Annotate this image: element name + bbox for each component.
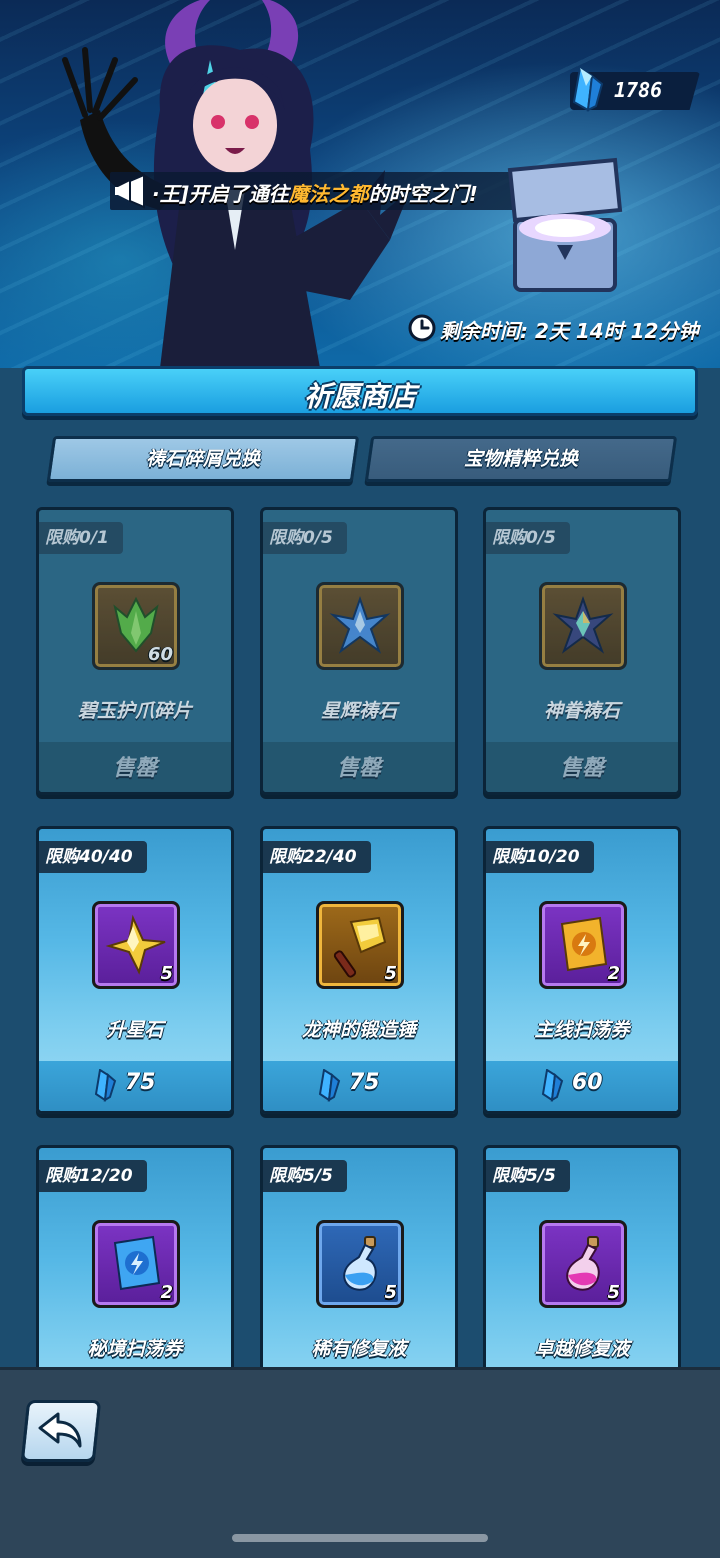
item-frame: 5 (539, 1220, 627, 1308)
item-name: 卓越修复液 (534, 1338, 630, 1360)
item-name: 秘境扫荡券 (87, 1338, 183, 1360)
megaphone-icon (115, 173, 145, 209)
item-frame: 5 (316, 1220, 404, 1308)
item-frame: 5 (316, 901, 404, 989)
event-banner: 1786 ·王]开启了通往魔法之都的时空之门! 剩余时间: 2天 14时 12分… (0, 0, 720, 368)
item-quantity: 5 (384, 963, 397, 984)
purchase-limit: 限购10/20 (486, 841, 594, 873)
purchase-limit: 限购22/40 (263, 841, 371, 873)
announcement-prefix: ·王]开启了通往 (152, 182, 289, 206)
announcement-highlight: 魔法之都 (288, 182, 369, 206)
time-remaining: 剩余时间: 2天 14时 12分钟 (440, 319, 699, 343)
item-frame (316, 582, 404, 670)
blue-crystal-icon (572, 66, 604, 112)
item-frame (539, 582, 627, 670)
currency-amount: 1786 (614, 78, 663, 102)
shop-item-card[interactable]: 限购0/5 神眷祷石 售罄 (483, 507, 681, 795)
card-footer: 售罄 (39, 742, 231, 792)
buy-button[interactable]: 75 (263, 1061, 455, 1111)
clock-icon (408, 314, 436, 342)
treasure-chest-icon[interactable] (495, 150, 630, 310)
blue-crystal-icon (318, 1069, 341, 1102)
item-price: 60 (572, 1070, 603, 1095)
item-price: 75 (349, 1070, 380, 1095)
shop-item-card[interactable]: 限购12/20 2 秘境扫荡券 (36, 1145, 234, 1367)
item-name: 主线扫荡券 (534, 1019, 630, 1041)
card-footer: 售罄 (263, 742, 455, 792)
sold-out-label: 售罄 (559, 756, 604, 781)
back-arrow-icon[interactable] (36, 1410, 86, 1450)
item-name: 碧玉护爪碎片 (77, 700, 192, 722)
item-name: 升星石 (106, 1019, 164, 1041)
blue-crystal-icon (94, 1069, 117, 1102)
purchase-limit: 限购5/5 (263, 1160, 347, 1192)
bottom-bar (0, 1367, 720, 1558)
item-frame: 60 (92, 582, 180, 670)
item-quantity: 5 (384, 1282, 397, 1303)
announcement-suffix: 的时空之门! (368, 182, 478, 206)
item-quantity: 5 (607, 1282, 620, 1303)
item-name: 龙神的锻造锤 (301, 1019, 416, 1041)
item-frame: 5 (92, 901, 180, 989)
item-frame: 2 (92, 1220, 180, 1308)
item-name: 星辉祷石 (320, 700, 397, 722)
blue-crystal-icon (541, 1069, 564, 1102)
purchase-limit: 限购40/40 (39, 841, 147, 873)
star-prayer-stone-icon (329, 595, 391, 654)
divine-prayer-stone-icon (552, 595, 614, 654)
item-frame: 2 (539, 901, 627, 989)
buy-button[interactable]: 60 (486, 1061, 678, 1111)
shop-item-card[interactable]: 限购22/40 5 龙神的锻造锤 75 (260, 826, 458, 1114)
item-price: 75 (125, 1070, 156, 1095)
announcement-text: ·王]开启了通往魔法之都的时空之门! (152, 178, 478, 207)
item-quantity: 2 (160, 1282, 173, 1303)
purchase-limit: 限购12/20 (39, 1160, 147, 1192)
item-name: 稀有修复液 (311, 1338, 407, 1360)
shop-item-card[interactable]: 限购10/20 2 主线扫荡券 60 (483, 826, 681, 1114)
item-quantity: 2 (607, 963, 620, 984)
shop-item-card[interactable]: 限购0/1 60 碧玉护爪碎片 售罄 (36, 507, 234, 795)
purchase-limit: 限购0/5 (263, 522, 347, 554)
card-footer: 售罄 (486, 742, 678, 792)
sold-out-label: 售罄 (112, 756, 157, 781)
purchase-limit: 限购0/5 (486, 522, 570, 554)
shop-title: 祈愿商店 (303, 380, 416, 413)
item-quantity: 5 (160, 963, 173, 984)
shop-item-card[interactable]: 限购5/5 5 稀有修复液 (260, 1145, 458, 1367)
tab-treasure-essence-exchange-label: 宝物精粹兑换 (463, 448, 578, 470)
purchase-limit: 限购5/5 (486, 1160, 570, 1192)
item-name: 神眷祷石 (543, 700, 620, 722)
tab-prayer-stone-exchange-label: 祷石碎屑兑换 (145, 448, 260, 470)
shop-item-card[interactable]: 限购0/5 星辉祷石 售罄 (260, 507, 458, 795)
sold-out-label: 售罄 (336, 756, 381, 781)
purchase-limit: 限购0/1 (39, 522, 123, 554)
home-indicator[interactable] (232, 1534, 488, 1542)
shop-item-grid: 限购0/1 60 碧玉护爪碎片 售罄 限购0/5 星辉祷石 售罄 限购0/5 神… (0, 495, 720, 1367)
item-quantity: 60 (147, 644, 173, 665)
shop-item-card[interactable]: 限购5/5 5 卓越修复液 (483, 1145, 681, 1367)
shop-item-card[interactable]: 限购40/40 5 升星石 75 (36, 826, 234, 1114)
shop-title-bar: 祈愿商店 (22, 366, 698, 416)
buy-button[interactable]: 75 (39, 1061, 231, 1111)
